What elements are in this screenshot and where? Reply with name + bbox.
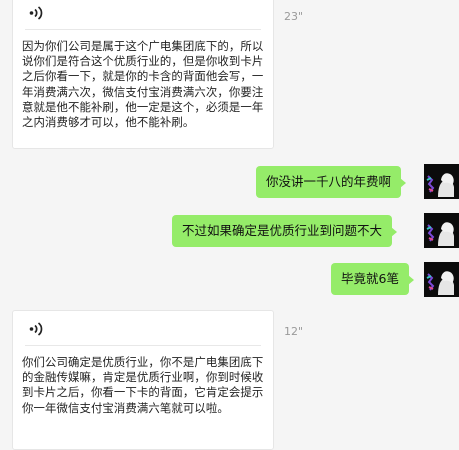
user-avatar[interactable] (424, 262, 459, 297)
avatar-figure-icon (424, 164, 459, 199)
avatar-figure-icon (424, 262, 459, 297)
sent-message-bubble[interactable]: 不过如果确定是优质行业到问题不大 (172, 215, 398, 247)
avatar-figure-icon (424, 213, 459, 248)
voice-duration: 12" (284, 325, 304, 338)
user-avatar[interactable] (424, 213, 459, 248)
voice-wave-icon[interactable] (29, 321, 43, 337)
voice-message-bubble[interactable]: 因为你们公司是属于这个广电集团底下的，所以说你们是符合这个优质行业的，但是你收到… (12, 0, 274, 149)
transcript-divider (25, 345, 261, 346)
voice-transcript: 因为你们公司是属于这个广电集团底下的，所以说你们是符合这个优质行业的，但是你收到… (22, 39, 264, 130)
sent-message-bubble[interactable]: 你没讲一千八的年费啊 (256, 166, 407, 198)
sent-message-bubble[interactable]: 毕竟就6笔 (331, 263, 414, 295)
voice-wave-icon[interactable] (29, 5, 43, 21)
voice-duration: 23" (284, 10, 304, 23)
transcript-divider (25, 29, 261, 30)
voice-message-bubble[interactable]: 你们公司确定是优质行业，你不是广电集团底下的金融传媒嘛，肯定是优质行业啊，你到时… (12, 310, 274, 450)
user-avatar[interactable] (424, 164, 459, 199)
voice-transcript: 你们公司确定是优质行业，你不是广电集团底下的金融传媒嘛，肯定是优质行业啊，你到时… (22, 355, 264, 415)
